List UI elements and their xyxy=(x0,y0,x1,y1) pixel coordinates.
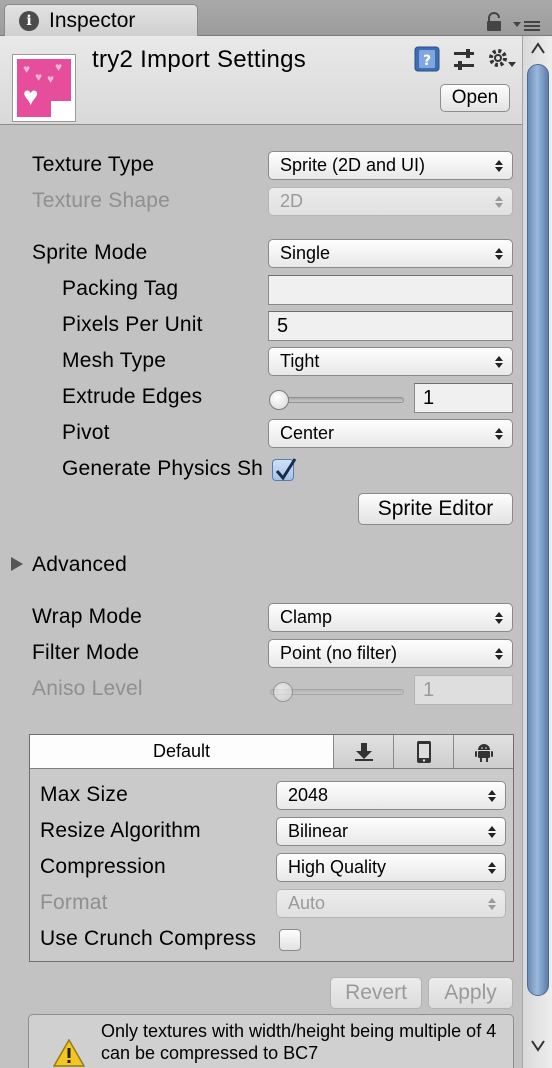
texture-thumbnail: ♥ ♥ ♥ ♥ ♥ xyxy=(12,54,76,122)
gear-icon[interactable] xyxy=(486,46,518,72)
aniso-level-input: 1 xyxy=(414,675,513,705)
extrude-edges-label: Extrude Edges xyxy=(62,385,203,408)
use-crunch-compression-checkbox[interactable] xyxy=(279,929,301,951)
warning-icon xyxy=(53,1039,85,1067)
aniso-level-label: Aniso Level xyxy=(32,677,143,700)
dropdown-arrows-icon xyxy=(495,356,503,368)
format-dropdown: Auto xyxy=(276,889,506,918)
dropdown-arrows-icon xyxy=(488,862,496,874)
lock-icon[interactable] xyxy=(484,12,504,32)
sprite-mode-label: Sprite Mode xyxy=(32,241,148,264)
extrude-edges-slider-knob[interactable] xyxy=(269,390,289,410)
pivot-dropdown[interactable]: Center xyxy=(268,419,513,448)
extrude-edges-slider[interactable] xyxy=(270,397,404,403)
platform-settings-panel: Default Max Size 2048 Resize Algorithm B… xyxy=(29,734,514,962)
pivot-label: Pivot xyxy=(62,421,110,444)
filter-mode-dropdown[interactable]: Point (no filter) xyxy=(268,639,513,668)
page-title: try2 Import Settings xyxy=(92,46,307,73)
open-button[interactable]: Open xyxy=(440,84,510,112)
dropdown-arrows-icon xyxy=(488,790,496,802)
tab-android[interactable] xyxy=(454,735,513,768)
max-size-dropdown[interactable]: 2048 xyxy=(276,781,506,810)
compression-value: High Quality xyxy=(288,857,387,877)
format-value: Auto xyxy=(288,893,326,913)
texture-shape-label: Texture Shape xyxy=(32,189,171,212)
wrap-mode-dropdown[interactable]: Clamp xyxy=(268,603,513,632)
extrude-edges-input[interactable]: 1 xyxy=(414,383,513,413)
packing-tag-input[interactable] xyxy=(268,275,513,305)
filter-mode-value: Point (no filter) xyxy=(280,643,398,663)
mesh-type-label: Mesh Type xyxy=(62,349,167,372)
dropdown-arrows-icon xyxy=(495,612,503,624)
max-size-value: 2048 xyxy=(288,785,329,805)
resize-algorithm-value: Bilinear xyxy=(288,821,349,841)
tab-inspector[interactable]: i Inspector xyxy=(4,4,198,37)
sprite-preview: ♥ ♥ ♥ ♥ ♥ xyxy=(17,59,71,119)
sprite-mode-value: Single xyxy=(280,243,331,263)
generate-physics-shape-checkbox[interactable] xyxy=(272,458,297,481)
presets-icon[interactable] xyxy=(452,48,476,72)
dropdown-arrows-icon xyxy=(495,428,503,440)
compression-label: Compression xyxy=(40,855,166,878)
pixels-per-unit-label: Pixels Per Unit xyxy=(62,313,203,336)
sprite-mode-dropdown[interactable]: Single xyxy=(268,239,513,268)
revert-button[interactable]: Revert xyxy=(330,977,422,1009)
dropdown-arrows-icon xyxy=(488,826,496,838)
scroll-down-arrow-icon[interactable] xyxy=(531,1040,545,1052)
svg-text:?: ? xyxy=(423,53,431,69)
compression-dropdown[interactable]: High Quality xyxy=(276,853,506,882)
advanced-foldout[interactable]: Advanced xyxy=(32,553,127,577)
mesh-type-value: Tight xyxy=(280,351,320,371)
resize-algorithm-label: Resize Algorithm xyxy=(40,819,201,842)
texture-type-label: Texture Type xyxy=(32,153,155,176)
info-icon: i xyxy=(19,11,39,31)
dropdown-arrows-icon xyxy=(495,196,503,208)
use-crunch-compression-label: Use Crunch Compress xyxy=(40,927,257,950)
checkmark-icon xyxy=(275,458,297,481)
generate-physics-shape-label: Generate Physics Sh xyxy=(62,457,264,480)
dropdown-arrows-icon xyxy=(495,248,503,260)
sprite-editor-button[interactable]: Sprite Editor xyxy=(358,493,513,525)
vertical-scrollbar[interactable] xyxy=(522,36,552,1068)
dropdown-arrows-icon xyxy=(495,160,503,172)
aniso-level-slider-knob xyxy=(273,682,293,702)
resize-algorithm-dropdown[interactable]: Bilinear xyxy=(276,817,506,846)
pivot-value: Center xyxy=(280,423,335,443)
dropdown-arrows-icon xyxy=(488,898,496,910)
tab-menu-icon[interactable] xyxy=(512,14,542,34)
platform-tabs: Default xyxy=(30,735,513,769)
max-size-label: Max Size xyxy=(40,783,128,806)
tab-default[interactable]: Default xyxy=(30,735,334,768)
mesh-type-dropdown[interactable]: Tight xyxy=(268,347,513,376)
dropdown-arrows-icon xyxy=(495,648,503,660)
tab-ios[interactable] xyxy=(394,735,454,768)
foldout-arrow-icon[interactable] xyxy=(10,556,24,572)
texture-shape-value: 2D xyxy=(280,191,304,211)
inspector-header: ♥ ♥ ♥ ♥ ♥ try2 Import Settings ? Open xyxy=(0,36,522,125)
pixels-per-unit-input[interactable]: 5 xyxy=(268,311,513,341)
warning-helpbox: Only textures with width/height being mu… xyxy=(28,1014,514,1068)
texture-shape-dropdown: 2D xyxy=(268,187,513,216)
packing-tag-label: Packing Tag xyxy=(62,277,179,300)
tab-standalone[interactable] xyxy=(334,735,394,768)
format-label: Format xyxy=(40,891,108,914)
tab-inspector-label: Inspector xyxy=(49,9,136,32)
wrap-mode-value: Clamp xyxy=(280,607,333,627)
scroll-up-arrow-icon[interactable] xyxy=(531,42,545,54)
android-icon xyxy=(474,743,493,762)
filter-mode-label: Filter Mode xyxy=(32,641,140,664)
wrap-mode-label: Wrap Mode xyxy=(32,605,142,628)
apply-button[interactable]: Apply xyxy=(428,977,513,1009)
help-book-icon[interactable]: ? xyxy=(414,46,440,72)
scrollbar-thumb[interactable] xyxy=(527,64,549,996)
texture-type-value: Sprite (2D and UI) xyxy=(280,155,426,175)
phone-icon xyxy=(416,740,431,763)
tab-bar: i Inspector xyxy=(0,0,552,37)
download-icon xyxy=(354,742,373,761)
texture-type-dropdown[interactable]: Sprite (2D and UI) xyxy=(268,151,513,180)
warning-message: Only textures with width/height being mu… xyxy=(101,1021,497,1063)
